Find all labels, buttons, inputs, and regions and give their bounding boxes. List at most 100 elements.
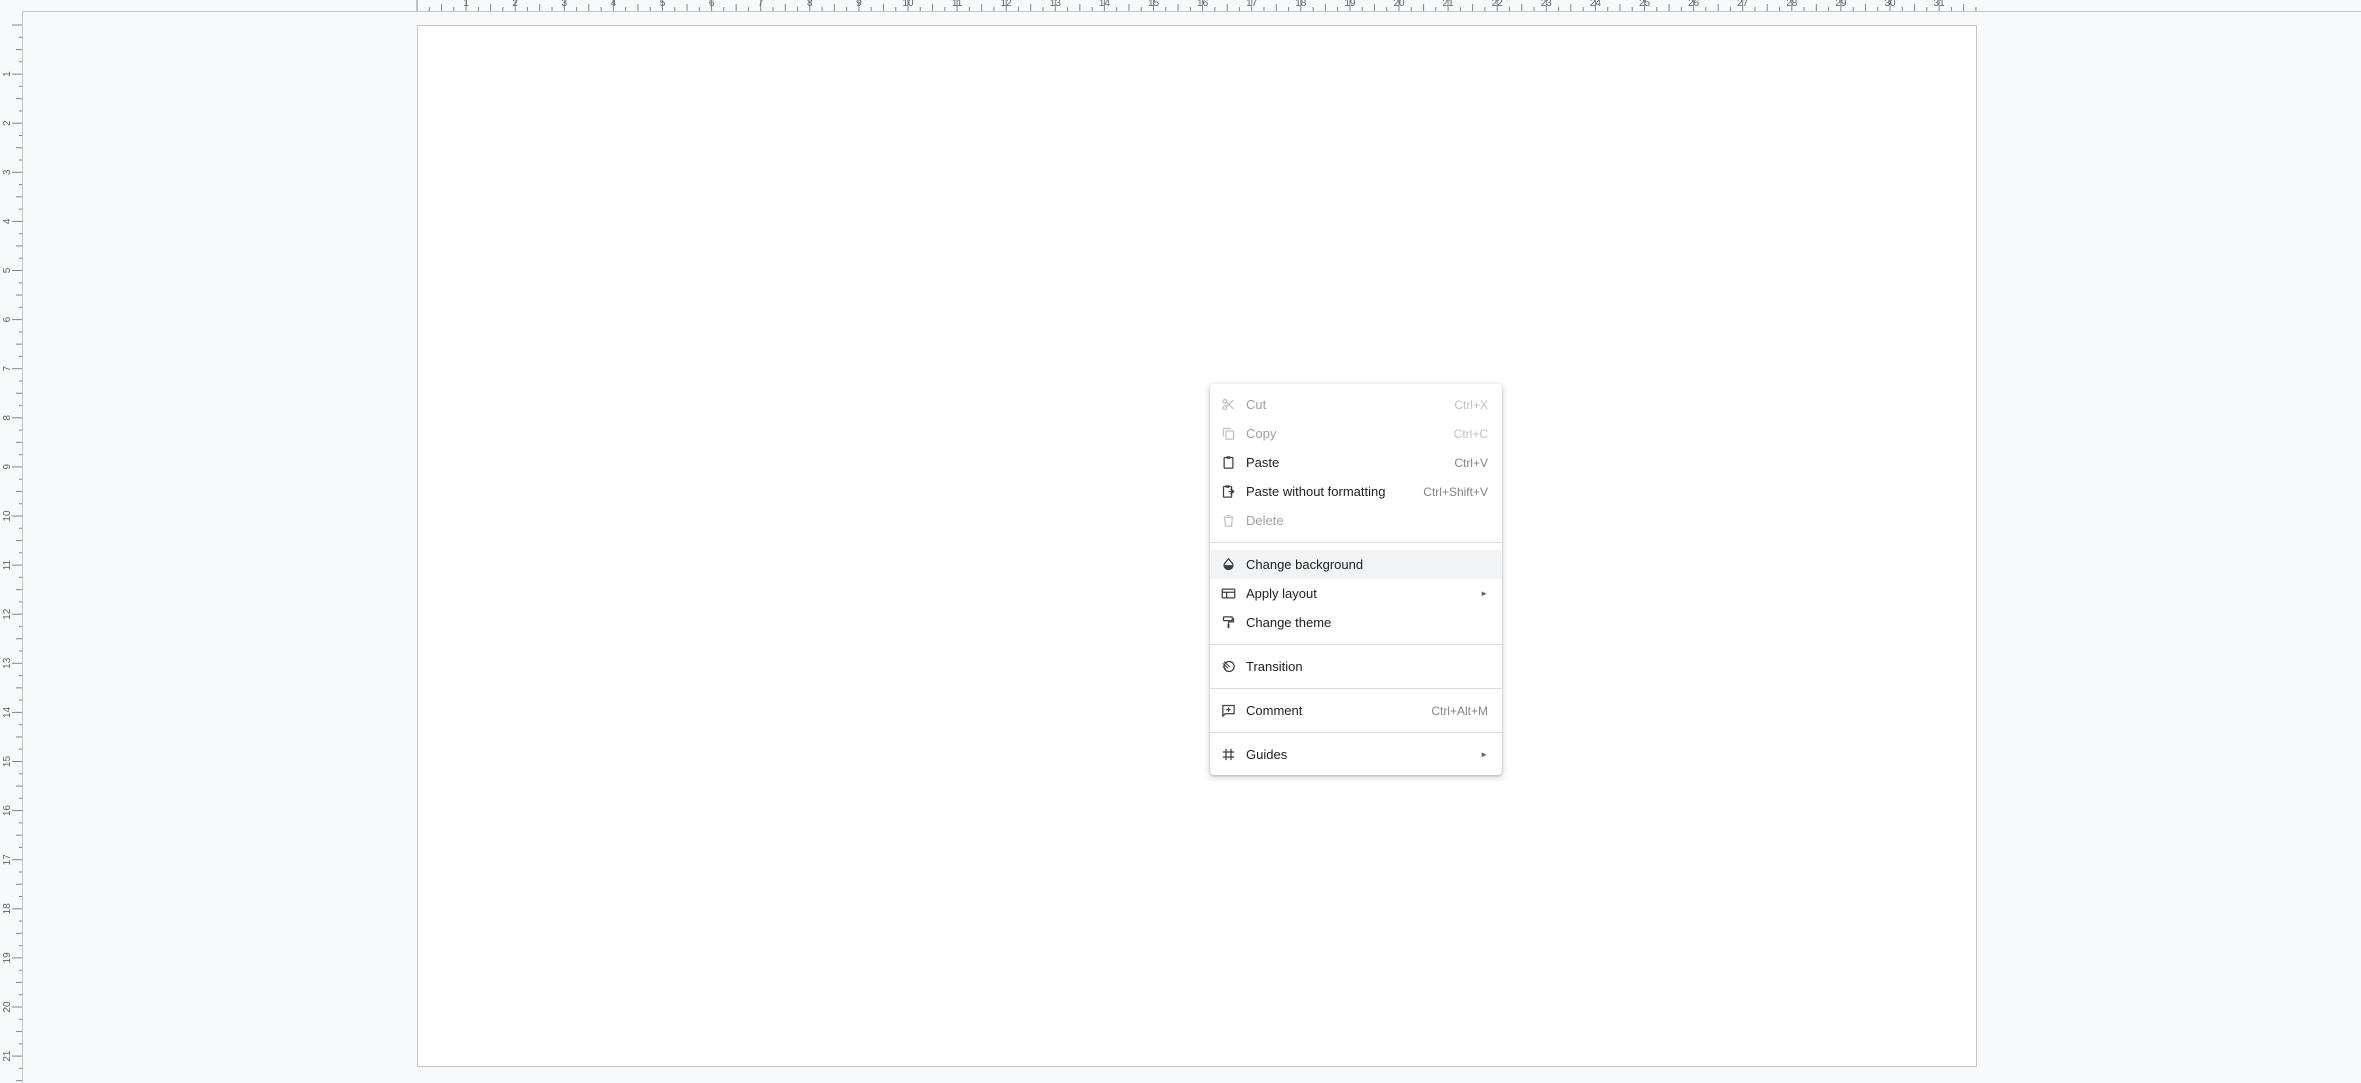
- vertical-ruler[interactable]: 1 2 3 4 5 6 7 8 9 10 11 12 13 14 15 16 17 18 19 20 21: [0, 11, 23, 1083]
- menu-separator: [1210, 542, 1502, 543]
- ruler-tick-label: 11: [2, 559, 13, 570]
- ruler-tick-label: 2: [2, 120, 13, 126]
- menu-item-guides[interactable]: Guides ►: [1210, 740, 1502, 769]
- ruler-tick-label: 9: [856, 0, 862, 9]
- menu-item-delete[interactable]: Delete: [1210, 506, 1502, 535]
- ruler-tick-label: 1: [2, 71, 13, 77]
- scissors-icon: [1221, 397, 1236, 412]
- menu-item-label: Delete: [1246, 513, 1284, 528]
- menu-item-change-theme[interactable]: Change theme: [1210, 608, 1502, 637]
- ruler-tick-label: 23: [1541, 0, 1553, 9]
- ruler-tick-label: 12: [2, 608, 13, 620]
- menu-item-shortcut: Ctrl+Alt+M: [1431, 703, 1488, 718]
- ruler-tick-label: 8: [807, 0, 813, 9]
- submenu-arrow-icon: ►: [1480, 750, 1488, 759]
- menu-item-paste[interactable]: Paste Ctrl+V: [1210, 448, 1502, 477]
- submenu-arrow-icon: ►: [1480, 589, 1488, 598]
- menu-item-shortcut: Ctrl+V: [1454, 455, 1488, 470]
- ruler-tick-label: 1: [463, 0, 469, 9]
- ruler-tick-label: 20: [1393, 0, 1405, 9]
- menu-separator: [1210, 688, 1502, 689]
- horizontal-ruler[interactable]: 1 2 3 4 5 6 7 8 9 10 11 12 13 14 15 16 17 18 19 20 21 22 23 24 2…: [22, 0, 2361, 12]
- ruler-tick-label: 12: [1001, 0, 1013, 9]
- ruler-tick-label: 9: [2, 464, 13, 470]
- ruler-tick-label: 10: [902, 0, 914, 9]
- ruler-tick-label: 24: [1590, 0, 1602, 9]
- clipboard-icon: [1221, 455, 1236, 470]
- ruler-tick-label: 19: [2, 952, 13, 964]
- ruler-tick-label: 19: [1344, 0, 1356, 9]
- menu-item-cut[interactable]: Cut Ctrl+X: [1210, 390, 1502, 419]
- ruler-tick-label: 3: [562, 0, 568, 9]
- grid-icon: [1221, 747, 1236, 762]
- add-comment-icon: [1221, 703, 1236, 718]
- menu-item-label: Change theme: [1246, 615, 1332, 630]
- menu-item-paste-without-formatting[interactable]: Paste without formatting Ctrl+Shift+V: [1210, 477, 1502, 506]
- ruler-tick-label: 31: [1934, 0, 1946, 9]
- ruler-tick-label: 15: [2, 756, 13, 768]
- paint-drop-icon: [1221, 557, 1236, 572]
- ruler-tick-label: 20: [2, 1001, 13, 1013]
- menu-item-label: Comment: [1246, 703, 1303, 718]
- ruler-tick-label: 22: [1492, 0, 1504, 9]
- ruler-tick-label: 6: [2, 316, 13, 322]
- editor-workspace: 1 2 3 4 5 6 7 8 9 10 11 12 13 14 15 16 17 18 19 20 21 22 23 24 2…: [0, 0, 2361, 1083]
- ruler-corner: [0, 0, 22, 11]
- menu-item-transition[interactable]: Transition: [1210, 652, 1502, 681]
- ruler-tick-label: 4: [2, 218, 13, 224]
- menu-item-shortcut: Ctrl+X: [1454, 397, 1488, 412]
- ruler-tick-label: 29: [1835, 0, 1847, 9]
- ruler-tick-label: 6: [709, 0, 715, 9]
- context-menu: Cut Ctrl+X Copy Ctrl+C Paste Ctrl+V Past…: [1210, 384, 1502, 775]
- ruler-tick-label: 10: [2, 510, 13, 522]
- transition-icon: [1221, 659, 1236, 674]
- ruler-tick-label: 3: [2, 169, 13, 175]
- ruler-tick-label: 16: [1197, 0, 1209, 9]
- menu-item-label: Copy: [1246, 426, 1277, 441]
- ruler-tick-label: 5: [660, 0, 666, 9]
- copy-icon: [1221, 426, 1236, 441]
- ruler-tick-label: 16: [2, 805, 13, 817]
- ruler-tick-label: 17: [1246, 0, 1258, 9]
- menu-item-copy[interactable]: Copy Ctrl+C: [1210, 419, 1502, 448]
- ruler-tick-label: 27: [1737, 0, 1749, 9]
- menu-item-comment[interactable]: Comment Ctrl+Alt+M: [1210, 696, 1502, 725]
- ruler-tick-label: 2: [512, 0, 518, 9]
- ruler-tick-label: 26: [1688, 0, 1700, 9]
- ruler-tick-label: 13: [1050, 0, 1062, 9]
- menu-item-label: Cut: [1246, 397, 1267, 412]
- ruler-tick-label: 8: [2, 415, 13, 421]
- ruler-tick-label: 14: [2, 706, 13, 718]
- paint-roller-icon: [1221, 615, 1236, 630]
- ruler-tick-label: 18: [1295, 0, 1307, 9]
- clipboard-text-icon: [1221, 484, 1236, 499]
- slide-canvas[interactable]: [417, 25, 1977, 1067]
- ruler-tick-label: 4: [611, 0, 617, 9]
- menu-item-apply-layout[interactable]: Apply layout ►: [1210, 579, 1502, 608]
- ruler-tick-label: 14: [1099, 0, 1111, 9]
- ruler-tick-label: 21: [2, 1050, 13, 1062]
- menu-item-label: Guides: [1246, 747, 1288, 762]
- trash-icon: [1221, 513, 1236, 528]
- menu-item-label: Change background: [1246, 557, 1364, 572]
- ruler-tick-label: 18: [2, 903, 13, 915]
- ruler-tick-label: 17: [2, 854, 13, 866]
- horizontal-ruler-scale: 1 2 3 4 5 6 7 8 9 10 11 12 13 14 15 16 17 18 19 20 21 22 23 24 2…: [416, 0, 1977, 11]
- menu-item-label: Paste: [1246, 455, 1280, 470]
- vertical-ruler-scale: 123456789101112131415161718192021: [2, 24, 22, 1082]
- menu-item-change-background[interactable]: Change background: [1210, 550, 1502, 579]
- menu-item-label: Apply layout: [1246, 586, 1317, 601]
- menu-item-label: Transition: [1246, 659, 1303, 674]
- ruler-tick-label: 25: [1639, 0, 1651, 9]
- ruler-tick-label: 30: [1884, 0, 1896, 9]
- ruler-tick-label: 7: [2, 365, 13, 371]
- menu-item-shortcut: Ctrl+C: [1453, 426, 1488, 441]
- ruler-tick-label: 5: [2, 267, 13, 273]
- ruler-tick-label: 21: [1443, 0, 1455, 9]
- menu-separator: [1210, 732, 1502, 733]
- ruler-tick-label: 28: [1786, 0, 1798, 9]
- layout-icon: [1221, 586, 1236, 601]
- menu-separator: [1210, 644, 1502, 645]
- menu-item-shortcut: Ctrl+Shift+V: [1423, 484, 1488, 499]
- ruler-tick-label: 13: [2, 657, 13, 669]
